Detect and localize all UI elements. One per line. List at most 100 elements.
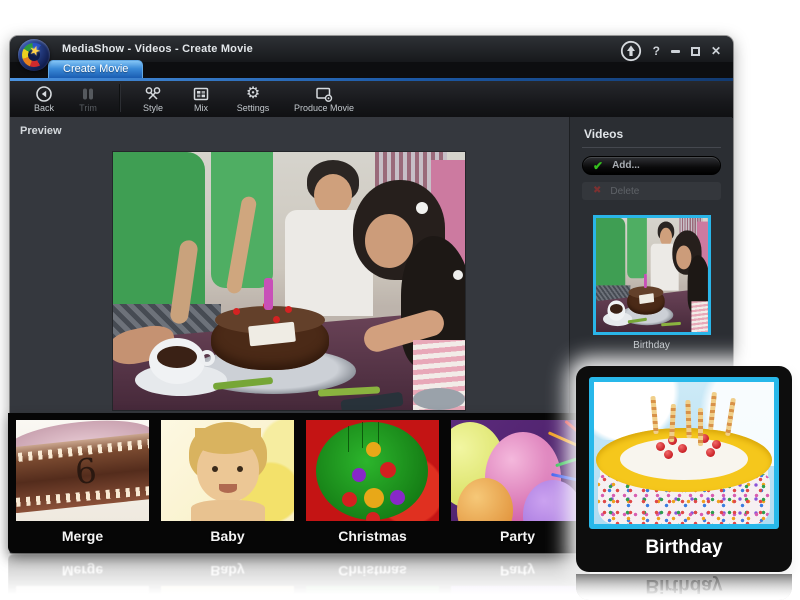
mediashow-logo-icon: ★ xyxy=(18,39,50,71)
birthday-cake-illustration xyxy=(594,382,774,524)
toolbar-separator xyxy=(119,84,121,112)
style-thumb-baby[interactable]: Baby xyxy=(161,420,294,553)
reflection-item: Merge xyxy=(16,554,149,600)
baby-mouth xyxy=(219,484,237,493)
minimize-button[interactable] xyxy=(670,49,680,53)
thumb-part xyxy=(626,218,647,279)
ornament-string xyxy=(348,426,349,452)
style-bow-icon xyxy=(144,84,162,103)
baby-eye xyxy=(212,466,218,472)
photo-bowl xyxy=(413,388,465,410)
window-title: MediaShow - Videos - Create Movie xyxy=(62,43,253,55)
page: ★ MediaShow - Videos - Create Movie ? ✕ … xyxy=(0,0,800,600)
reflection-item: Baby xyxy=(161,554,294,600)
photo-cherry xyxy=(233,308,240,315)
party-photo-illustration xyxy=(113,152,465,410)
thumb-part xyxy=(595,218,625,294)
party-art xyxy=(451,420,584,521)
preview-photo xyxy=(113,152,465,410)
maximize-button[interactable] xyxy=(690,46,700,56)
style-button[interactable]: Style xyxy=(130,81,176,118)
produce-movie-button[interactable]: Produce Movie xyxy=(280,81,368,118)
photo-hair-clip xyxy=(416,202,428,214)
style-thumb-merge[interactable]: 6 Merge xyxy=(16,420,149,553)
berry xyxy=(706,448,715,457)
reflection-thumb xyxy=(16,586,149,600)
settings-button[interactable]: ⚙ Settings xyxy=(226,81,280,118)
clip-name: Birthday xyxy=(633,340,670,351)
reflection-item: Christmas xyxy=(306,554,439,600)
reflection-label: Christmas xyxy=(338,563,407,579)
reflection-item: Party xyxy=(451,554,584,600)
style-label: Party xyxy=(499,528,536,544)
photo-cup-handle xyxy=(199,350,215,366)
ornament xyxy=(364,488,384,508)
birthday-style-callout: Birthday xyxy=(576,366,792,572)
toolbar: Back Trim Style Mix ⚙ Settings Produce M… xyxy=(10,81,733,118)
add-button[interactable]: ✔ Add... xyxy=(582,156,721,175)
style-label: Christmas xyxy=(338,528,407,544)
back-icon xyxy=(35,84,53,103)
style-label: Baby xyxy=(210,528,245,544)
style-thumb-party[interactable]: Party xyxy=(451,420,584,553)
photo-coffee xyxy=(157,346,197,368)
styles-strip: 6 Merge Baby Christmas Party xyxy=(8,413,590,553)
help-button[interactable]: ? xyxy=(653,45,660,57)
reflection-thumb xyxy=(161,586,294,600)
photo-candle xyxy=(264,278,273,310)
trim-button[interactable]: Trim xyxy=(66,81,110,118)
merge-art: 6 xyxy=(16,420,149,521)
thumb-part xyxy=(690,301,708,332)
back-button[interactable]: Back xyxy=(22,81,66,118)
delete-button[interactable]: ✖ Delete xyxy=(582,182,721,200)
video-clip-thumbnail[interactable] xyxy=(592,215,711,335)
panel-divider xyxy=(582,147,721,148)
style-label: Merge xyxy=(61,528,104,544)
style-thumb-christmas[interactable]: Christmas xyxy=(306,420,439,553)
callout-reflection: Birthday xyxy=(576,574,792,600)
ornament xyxy=(390,490,405,505)
thumb-part xyxy=(609,303,623,314)
berry xyxy=(678,444,687,453)
ornament xyxy=(352,468,366,482)
clip-thumbnail-image xyxy=(595,218,708,332)
callout-frame xyxy=(589,377,779,529)
thumb-part xyxy=(643,273,647,288)
delete-x-icon: ✖ xyxy=(593,185,602,196)
settings-gear-icon: ⚙ xyxy=(245,84,261,102)
berry xyxy=(656,442,665,451)
upgrade-icon[interactable] xyxy=(620,40,642,62)
mix-mosaic-icon xyxy=(192,84,210,103)
produce-movie-icon xyxy=(315,84,333,103)
film-frame-number: 6 xyxy=(73,451,99,493)
candle xyxy=(698,408,703,446)
videos-panel-title: Videos xyxy=(584,127,624,141)
baby-art xyxy=(161,420,294,521)
maximize-icon xyxy=(690,46,700,56)
strip-reflection: Merge Baby Christmas Party xyxy=(8,554,590,600)
tab-create-movie[interactable]: Create Movie xyxy=(48,60,144,78)
trim-icon xyxy=(79,84,97,103)
check-icon: ✔ xyxy=(593,158,604,173)
minimize-icon xyxy=(670,49,680,53)
preview-title: Preview xyxy=(20,125,62,137)
callout-reflection-label: Birthday xyxy=(645,575,723,596)
callout-label: Birthday xyxy=(645,537,723,558)
berry xyxy=(712,440,721,449)
ornament xyxy=(380,462,396,478)
berry xyxy=(664,450,673,459)
photo-girl1-face xyxy=(365,214,413,268)
photo-cherry xyxy=(285,306,292,313)
tab-row: Create Movie xyxy=(10,60,733,81)
ornament xyxy=(342,492,357,507)
reflection-label: Party xyxy=(499,563,536,579)
mix-button[interactable]: Mix xyxy=(176,81,226,118)
ornament-string xyxy=(362,422,363,448)
strip-reflection-copy: Merge Baby Christmas Party xyxy=(8,554,590,600)
photo-cherry xyxy=(273,316,280,323)
reflection-label: Baby xyxy=(210,563,245,579)
close-button[interactable]: ✕ xyxy=(711,45,721,57)
christmas-art xyxy=(306,420,439,521)
ornament xyxy=(366,442,381,457)
photo-hair-clip xyxy=(453,270,463,280)
